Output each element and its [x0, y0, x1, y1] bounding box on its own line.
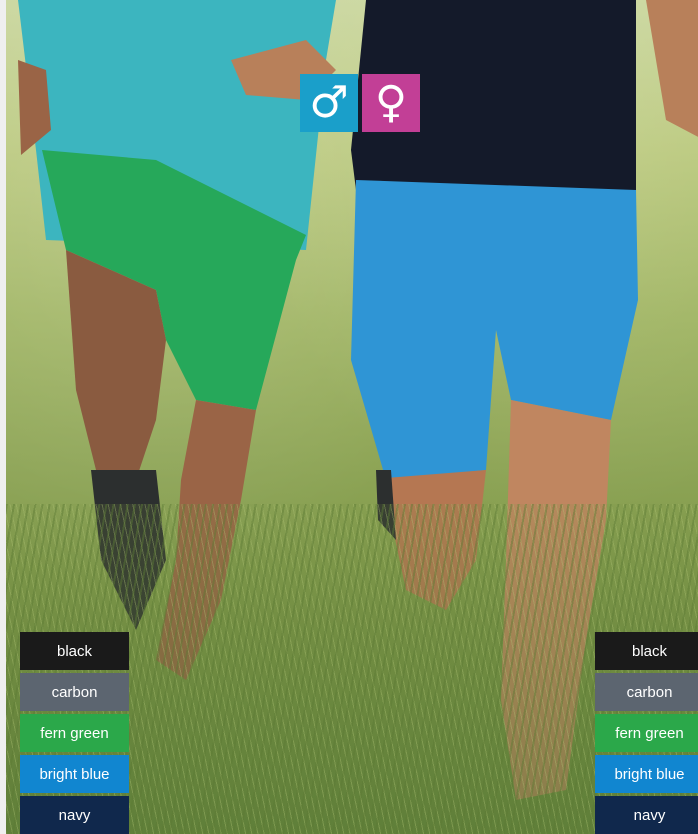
color-swatch-bright-blue[interactable]: bright blue — [595, 755, 698, 793]
color-swatch-fern-green[interactable]: fern green — [20, 714, 129, 752]
color-swatch-navy[interactable]: navy — [595, 796, 698, 834]
color-swatch-black[interactable]: black — [20, 632, 129, 670]
color-swatch-carbon[interactable]: carbon — [20, 673, 129, 711]
color-swatch-navy[interactable]: navy — [20, 796, 129, 834]
color-swatch-black[interactable]: black — [595, 632, 698, 670]
color-list-right: black carbon fern green bright blue navy — [595, 632, 698, 834]
color-swatch-carbon[interactable]: carbon — [595, 673, 698, 711]
female-arm — [646, 0, 698, 137]
female-icon[interactable]: ♀ — [362, 74, 420, 132]
color-swatch-bright-blue[interactable]: bright blue — [20, 755, 129, 793]
product-stage: ♂ ♀ black carbon fern green bright blue … — [0, 0, 698, 834]
color-list-left: black carbon fern green bright blue navy — [20, 632, 129, 834]
gender-selector: ♂ ♀ — [300, 74, 420, 132]
color-swatch-fern-green[interactable]: fern green — [595, 714, 698, 752]
male-icon[interactable]: ♂ — [300, 74, 358, 132]
